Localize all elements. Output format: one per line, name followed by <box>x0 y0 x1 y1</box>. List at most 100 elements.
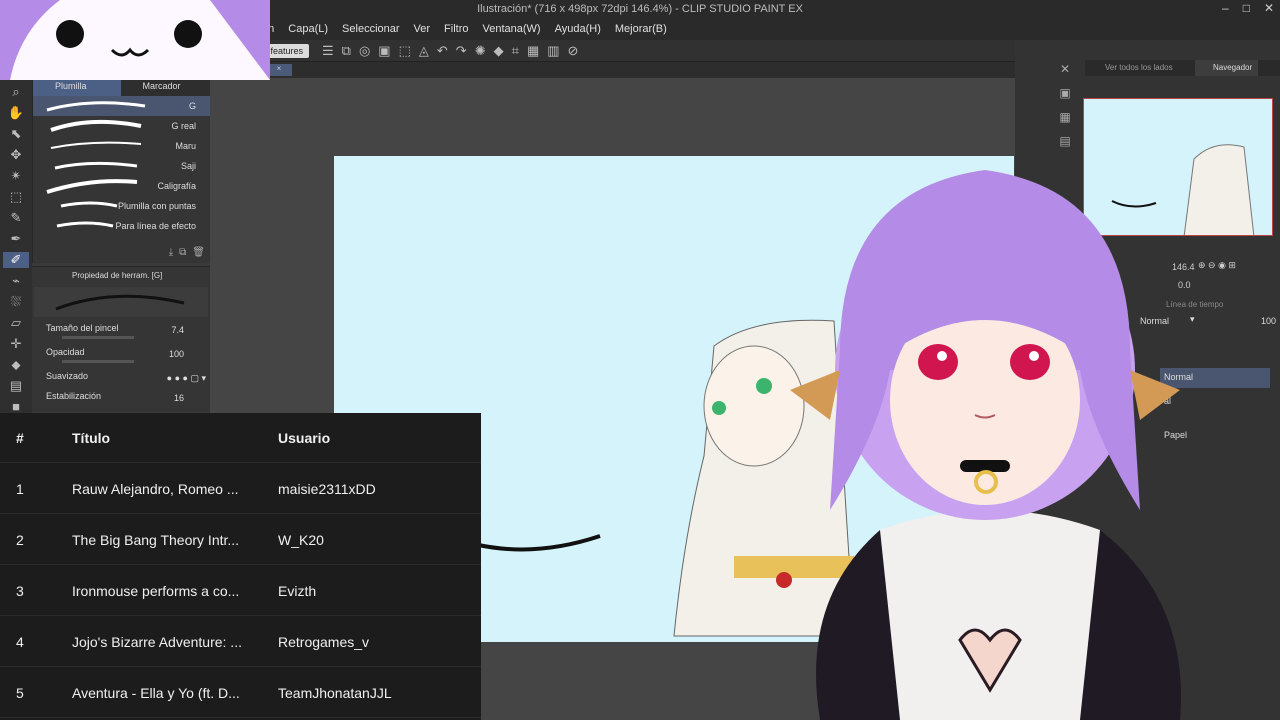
prop-label: Suavizado <box>46 371 89 381</box>
brush-icon[interactable]: ⌁ <box>12 273 20 289</box>
loading-icon[interactable]: ✺ <box>475 43 486 59</box>
camera-icon[interactable]: ▣ <box>1059 86 1070 100</box>
prop-value[interactable]: 100 <box>169 349 184 359</box>
fill-icon[interactable]: ◬ <box>419 43 429 59</box>
tab-view-all[interactable]: Ver todos los lados <box>1105 63 1173 72</box>
maximize-icon[interactable]: □ <box>1243 1 1250 15</box>
menu-item-filter[interactable]: Filtro <box>444 23 468 35</box>
subtool-panel: Plumilla Marcador G G real Maru Saji Cal… <box>32 78 210 263</box>
slider-track[interactable] <box>62 336 134 339</box>
redo-icon[interactable]: ↷ <box>456 43 467 59</box>
row-number: 4 <box>16 634 24 650</box>
menu-item-layer[interactable]: Capa(L) <box>288 23 328 35</box>
layer-opacity[interactable]: 100 <box>1261 316 1276 326</box>
menu-item-window[interactable]: Ventana(W) <box>483 23 541 35</box>
brush-size-control[interactable]: Tamaño del pincel 7.4 <box>46 323 206 341</box>
color-icon[interactable]: ■ <box>12 399 20 414</box>
row-title: Rauw Alejandro, Romeo ... <box>72 481 239 497</box>
song-request-table: # Título Usuario 1 Rauw Alejandro, Romeo… <box>0 413 481 720</box>
brush-item-g-real[interactable]: G real <box>33 116 210 136</box>
eyedropper-icon[interactable]: ✎ <box>11 210 22 226</box>
prop-label: Opacidad <box>46 347 85 357</box>
minimize-icon[interactable]: – <box>1222 1 1229 15</box>
menu-item-view[interactable]: Ver <box>414 23 431 35</box>
brush-stroke-icon <box>50 119 142 132</box>
prop-value[interactable]: 7.4 <box>171 325 184 335</box>
clip-studio-window: Ilustración* (716 x 498px 72dpi 146.4%) … <box>0 0 1280 720</box>
row-number: 3 <box>16 583 24 599</box>
brush-name: Para línea de efecto <box>115 221 196 231</box>
airbrush-icon[interactable]: ⛆ <box>11 294 21 310</box>
vtuber-avatar-overlay <box>760 130 1220 720</box>
menu-item-help[interactable]: Ayuda(H) <box>555 23 601 35</box>
erase-icon[interactable]: ◆ <box>494 43 504 59</box>
object-icon[interactable]: ⬉ <box>11 126 22 142</box>
move-icon[interactable]: ✥ <box>11 147 22 163</box>
menu-item-select[interactable]: Seleccionar <box>342 23 399 35</box>
zoom-icon[interactable]: ⌕ <box>12 84 19 100</box>
grid-icon[interactable]: ▦ <box>527 43 539 59</box>
brush-item-efecto[interactable]: Para línea de efecto <box>33 216 210 236</box>
trash-icon[interactable]: 🗑 <box>192 247 205 263</box>
stabilization-control[interactable]: Estabilización 16 <box>46 391 206 409</box>
tool-property-panel: Propiedad de herram. [G] Tamaño del pinc… <box>32 266 210 412</box>
column-title: Título <box>72 430 111 446</box>
new-canvas-icon[interactable]: ▣ <box>378 43 390 59</box>
close-icon[interactable]: ✕ <box>1264 1 1274 15</box>
table-row: 1 Rauw Alejandro, Romeo ... maisie2311xD… <box>0 464 481 514</box>
hand-icon[interactable]: ✋ <box>8 105 24 121</box>
transform-icon[interactable]: ⌗ <box>512 43 519 59</box>
smoothing-control[interactable]: Suavizado ● ● ● ▢ ▾ <box>46 371 206 389</box>
tab-navigator[interactable]: Navegador <box>1195 60 1259 76</box>
pen-tool-active-icon[interactable]: ✐ <box>3 252 29 268</box>
selection-icon[interactable]: ⬚ <box>10 189 22 205</box>
blend-icon[interactable]: ✛ <box>11 336 22 352</box>
corner-avatar-overlay <box>0 0 270 80</box>
download-icon[interactable]: ⤓ <box>169 247 173 263</box>
brush-item-g[interactable]: G <box>33 96 210 116</box>
brush-item-maru[interactable]: Maru <box>33 136 210 156</box>
window-controls: – □ ✕ <box>1222 1 1274 15</box>
brush-name: Plumilla con puntas <box>117 201 196 211</box>
export-icon[interactable]: ⧉ <box>342 43 351 59</box>
brush-name: G <box>188 101 196 111</box>
tool-column: ⌕ ✋ ⬉ ✥ ✴ ⬚ ✎ ✒ ✐ ⌁ ⛆ ▱ ✛ ⬥ ▤ ■ <box>0 78 32 418</box>
column-user: Usuario <box>278 430 331 446</box>
column-number: # <box>16 430 24 446</box>
brush-item-plumilla-puntas[interactable]: Plumilla con puntas <box>33 196 210 216</box>
brush-item-saji[interactable]: Saji <box>33 156 210 176</box>
row-number: 1 <box>16 481 24 497</box>
eraser-icon[interactable]: ▱ <box>11 315 21 331</box>
fill-bucket-icon[interactable]: ⬥ <box>11 357 20 373</box>
tab-marcador[interactable]: Marcador <box>120 78 210 96</box>
brush-name: Saji <box>180 161 196 171</box>
prop-label: Tamaño del pincel <box>46 323 119 333</box>
help-icon[interactable]: ⊘ <box>568 43 579 59</box>
menu-item-improve[interactable]: Mejorar(B) <box>615 23 667 35</box>
row-user: Retrogames_v <box>278 634 370 650</box>
ruler-icon[interactable]: ▥ <box>547 43 559 59</box>
pen-icon[interactable]: ✒ <box>11 231 22 247</box>
prop-label: Estabilización <box>46 391 102 401</box>
brush-item-caligrafia[interactable]: Caligrafía <box>33 176 210 196</box>
magic-wand-icon[interactable]: ✴ <box>11 168 22 184</box>
material-icon[interactable]: ▦ <box>1059 110 1070 124</box>
tab-plumilla[interactable]: Plumilla <box>33 78 121 96</box>
slider-track[interactable] <box>62 360 134 363</box>
opacity-control[interactable]: Opacidad 100 <box>46 347 206 365</box>
undo-icon[interactable]: ↶ <box>437 43 448 59</box>
table-header: # Título Usuario <box>0 413 481 463</box>
row-user: Evizth <box>278 583 317 599</box>
smoothing-options[interactable]: ● ● ● ▢ ▾ <box>167 373 206 384</box>
brush-stroke-icon <box>50 141 142 149</box>
save-icon[interactable]: ⬚ <box>399 43 411 59</box>
menu-icon[interactable]: ☰ <box>322 43 334 59</box>
row-title: The Big Bang Theory Intr... <box>72 532 240 548</box>
settings-icon[interactable]: ◎ <box>359 43 370 59</box>
gradient-icon[interactable]: ▤ <box>10 378 22 394</box>
prop-value[interactable]: 16 <box>174 393 184 403</box>
close-panel-icon[interactable]: ✕ <box>1060 62 1070 76</box>
copy-icon[interactable]: ⧉ <box>179 247 186 263</box>
row-title: Ironmouse performs a co... <box>72 583 240 599</box>
document-tabs: × <box>210 62 1015 78</box>
